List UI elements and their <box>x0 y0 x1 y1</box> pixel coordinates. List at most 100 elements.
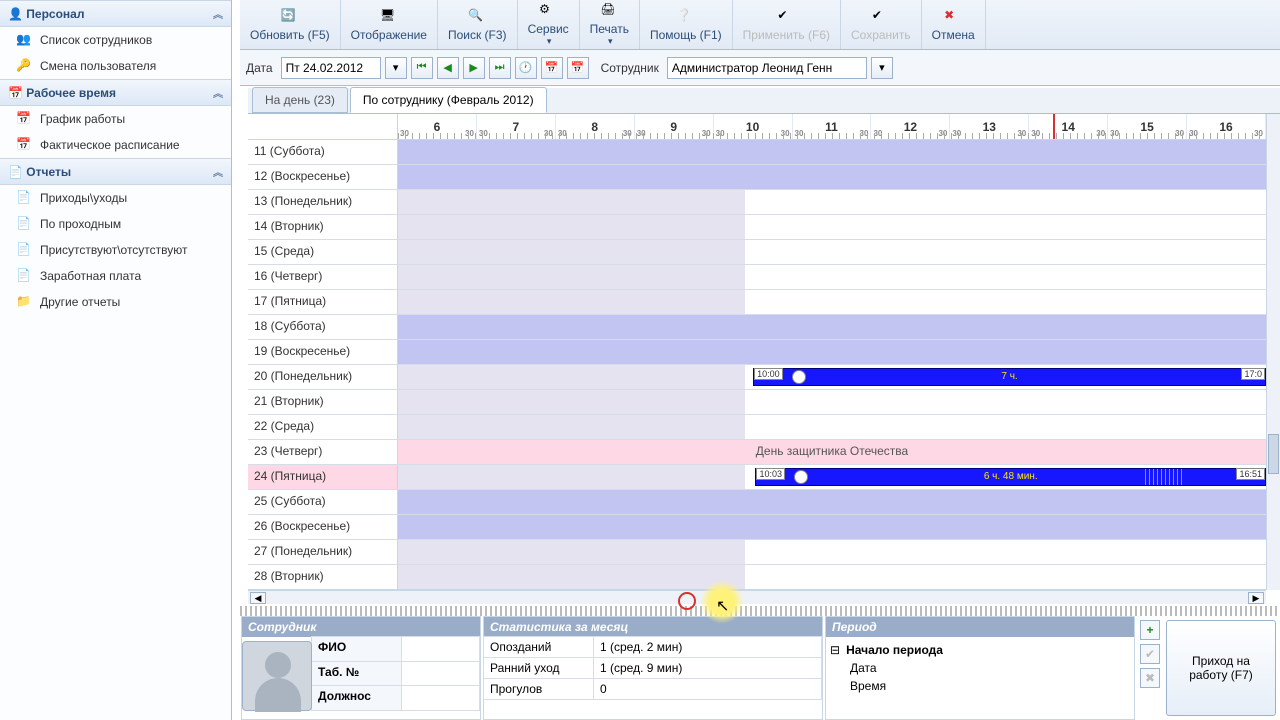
doc-icon: 📄 <box>16 242 32 258</box>
tab-day[interactable]: На день (23) <box>252 87 348 113</box>
add-button[interactable]: + <box>1140 620 1160 640</box>
refresh-button[interactable]: 🔄Обновить (F5) <box>240 0 341 49</box>
sidebar-item-salary[interactable]: 📄Заработная плата <box>0 263 231 289</box>
sidebar: 👤 Персонал︽ 👥Список сотрудников 🔑Смена п… <box>0 0 232 720</box>
calendar-icon: 📅 <box>8 86 23 100</box>
row-label: 16 (Четверг) <box>248 265 398 289</box>
sidebar-item-arrivals[interactable]: 📄Приходы\уходы <box>0 185 231 211</box>
sidebar-section-worktime[interactable]: 📅 Рабочее время︽ <box>0 79 231 106</box>
sidebar-section-personnel[interactable]: 👤 Персонал︽ <box>0 0 231 27</box>
sidebar-item-presence[interactable]: 📄Присутствуют\отсутствуют <box>0 237 231 263</box>
period-time-label: Время <box>830 679 900 693</box>
schedule-row[interactable]: 22 (Среда) <box>248 415 1266 440</box>
details-panel: Сотрудник ФИОТаб. №Должнос Статистика за… <box>240 616 1280 720</box>
refresh-icon: 🔄 <box>281 8 299 26</box>
row-label: 17 (Пятница) <box>248 290 398 314</box>
apply-button: ✔Применить (F6) <box>733 0 841 49</box>
time-bar[interactable]: 10:007 ч.17:0 <box>753 368 1266 386</box>
row-label: 11 (Суббота) <box>248 140 398 164</box>
nav-prev[interactable]: ◀ <box>437 57 459 79</box>
schedule-row[interactable]: 24 (Пятница)10:036 ч. 48 мин.16:51 <box>248 465 1266 490</box>
nav-next[interactable]: ▶ <box>463 57 485 79</box>
sidebar-item-switch-user[interactable]: 🔑Смена пользователя <box>0 53 231 79</box>
arrive-button[interactable]: Приход на работу (F7) <box>1166 620 1276 716</box>
confirm-button[interactable]: ✔ <box>1140 644 1160 664</box>
schedule-row[interactable]: 13 (Понедельник) <box>248 190 1266 215</box>
employee-input[interactable] <box>667 57 867 79</box>
period-panel: Период ⊟Начало периода Дата Время <box>825 616 1135 720</box>
doc-icon: 📄 <box>16 190 32 206</box>
schedule-row[interactable]: 26 (Воскресенье) <box>248 515 1266 540</box>
field-label: Таб. № <box>311 661 402 687</box>
nav-last[interactable]: ⏭ <box>489 57 511 79</box>
schedule-row[interactable]: 12 (Воскресенье) <box>248 165 1266 190</box>
period-panel-title: Период <box>826 617 1134 637</box>
schedule-row[interactable]: 11 (Суббота) <box>248 140 1266 165</box>
row-label: 26 (Воскресенье) <box>248 515 398 539</box>
row-label: 28 (Вторник) <box>248 565 398 589</box>
row-label: 21 (Вторник) <box>248 390 398 414</box>
service-button[interactable]: ⚙Сервис <box>518 0 580 49</box>
report-icon: 📄 <box>8 165 23 179</box>
schedule-row[interactable]: 17 (Пятница) <box>248 290 1266 315</box>
schedule-row[interactable]: 23 (Четверг)День защитника Отечества <box>248 440 1266 465</box>
period-actions: + ✔ ✖ <box>1136 616 1162 720</box>
schedule-row[interactable]: 19 (Воскресенье) <box>248 340 1266 365</box>
schedule-row[interactable]: 16 (Четверг) <box>248 265 1266 290</box>
row-label: 15 (Среда) <box>248 240 398 264</box>
schedule-row[interactable]: 18 (Суббота) <box>248 315 1266 340</box>
calendar-range-button[interactable]: 📅 <box>567 57 589 79</box>
sidebar-item-actual-schedule[interactable]: 📅Фактическое расписание <box>0 132 231 158</box>
stat-value: 0 <box>593 678 822 700</box>
time-bar[interactable]: 10:036 ч. 48 мин.16:51 <box>755 468 1266 486</box>
cancel-button[interactable]: ✖Отмена <box>922 0 986 49</box>
print-button[interactable]: 🖨Печать <box>580 0 640 49</box>
date-dropdown[interactable]: ▾ <box>385 57 407 79</box>
schedule-grid[interactable]: 11 (Суббота)12 (Воскресенье)13 (Понедель… <box>248 140 1266 590</box>
stat-label: Прогулов <box>483 678 594 700</box>
panel-splitter[interactable] <box>240 606 1280 616</box>
stat-value: 1 (сред. 9 мин) <box>593 657 822 679</box>
date-input[interactable] <box>281 57 381 79</box>
row-label: 13 (Понедельник) <box>248 190 398 214</box>
nav-first[interactable]: ⏮ <box>411 57 433 79</box>
schedule-row[interactable]: 25 (Суббота) <box>248 490 1266 515</box>
close-icon: ✖ <box>944 8 962 26</box>
horizontal-scrollbar[interactable]: ◀ ▶ <box>248 590 1266 604</box>
sidebar-section-reports[interactable]: 📄 Отчеты︽ <box>0 158 231 185</box>
row-label: 18 (Суббота) <box>248 315 398 339</box>
sidebar-item-schedule[interactable]: 📅График работы <box>0 106 231 132</box>
calendar-day-button[interactable]: 📅 <box>541 57 563 79</box>
display-button[interactable]: 🖥Отображение <box>341 0 438 49</box>
employee-dropdown[interactable]: ▾ <box>871 57 893 79</box>
sidebar-item-other-reports[interactable]: 📁Другие отчеты <box>0 289 231 315</box>
holiday-label: День защитника Отечества <box>398 444 1266 458</box>
schedule-row[interactable]: 14 (Вторник) <box>248 215 1266 240</box>
schedule-row[interactable]: 15 (Среда) <box>248 240 1266 265</box>
schedule-row[interactable]: 21 (Вторник) <box>248 390 1266 415</box>
schedule-row[interactable]: 27 (Понедельник) <box>248 540 1266 565</box>
view-tabs: На день (23) По сотруднику (Февраль 2012… <box>248 88 1280 114</box>
doc-icon: 📄 <box>16 268 32 284</box>
field-value <box>401 636 480 662</box>
schedule-row[interactable]: 20 (Понедельник)10:007 ч.17:0 <box>248 365 1266 390</box>
sidebar-item-employee-list[interactable]: 👥Список сотрудников <box>0 27 231 53</box>
tab-employee[interactable]: По сотруднику (Февраль 2012) <box>350 87 547 113</box>
schedule-row[interactable]: 28 (Вторник) <box>248 565 1266 590</box>
scroll-left[interactable]: ◀ <box>250 592 266 604</box>
collapse-icon[interactable]: ⊟ <box>830 643 840 657</box>
check-icon: ✔ <box>777 8 795 26</box>
people-icon: 👥 <box>16 32 32 48</box>
sidebar-item-checkpoints[interactable]: 📄По проходным <box>0 211 231 237</box>
reject-button[interactable]: ✖ <box>1140 668 1160 688</box>
row-label: 12 (Воскресенье) <box>248 165 398 189</box>
field-value <box>401 685 480 711</box>
save-button: ✔Сохранить <box>841 0 922 49</box>
row-label: 27 (Понедельник) <box>248 540 398 564</box>
scroll-right[interactable]: ▶ <box>1248 592 1264 604</box>
search-button[interactable]: 🔍Поиск (F3) <box>438 0 518 49</box>
vertical-scrollbar[interactable] <box>1266 114 1280 590</box>
nav-now[interactable]: 🕐 <box>515 57 537 79</box>
check-icon: ✔ <box>872 8 890 26</box>
help-button[interactable]: ❔Помощь (F1) <box>640 0 733 49</box>
